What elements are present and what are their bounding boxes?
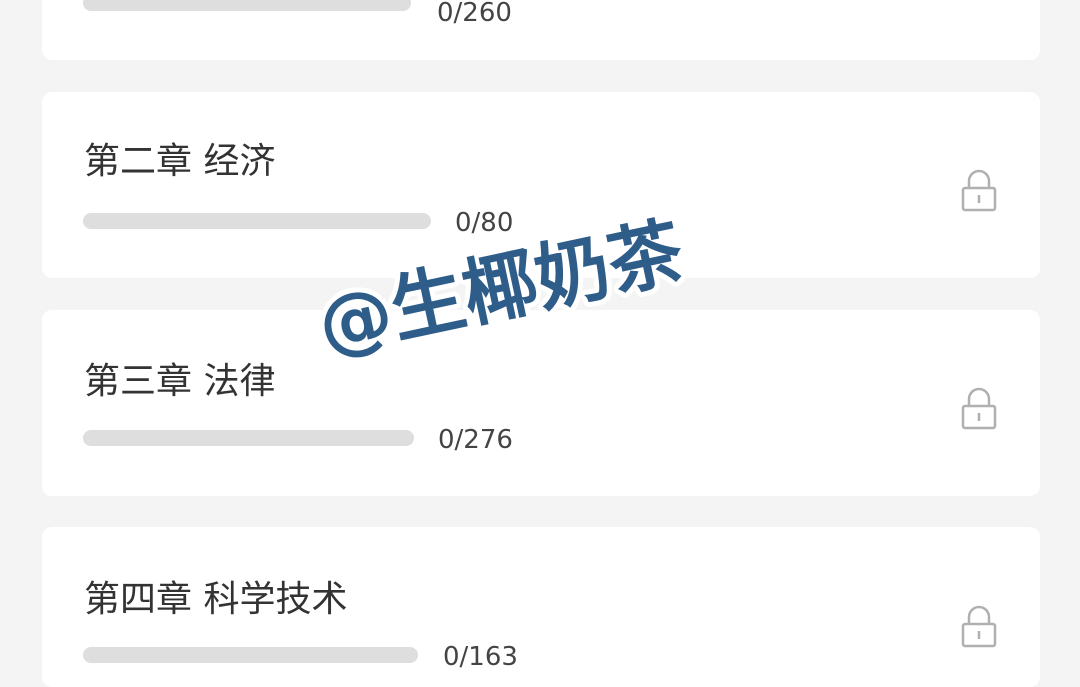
- chapter-card-2[interactable]: 第二章 经济 0/80: [42, 92, 1040, 278]
- lock-icon: [961, 169, 997, 212]
- chapter-card-4[interactable]: 第四章 科学技术 0/163: [42, 527, 1040, 687]
- chapter-count: 0/260: [437, 0, 512, 28]
- chapter-count: 0/80: [455, 208, 514, 238]
- chapter-card-1[interactable]: 0/260: [42, 0, 1040, 60]
- chapter-progress-bar: [83, 430, 414, 446]
- chapter-card-3[interactable]: 第三章 法律 0/276: [42, 310, 1040, 496]
- lock-icon: [961, 387, 997, 430]
- chapter-title: 第四章 科学技术: [84, 579, 348, 620]
- chapter-progress-bar: [83, 0, 411, 11]
- chapter-title: 第二章 经济: [84, 141, 276, 182]
- lock-icon: [961, 605, 997, 648]
- chapter-progress-bar: [83, 647, 418, 663]
- chapter-count: 0/163: [443, 642, 518, 672]
- chapter-count: 0/276: [438, 425, 513, 455]
- chapter-title: 第三章 法律: [84, 361, 276, 402]
- chapter-progress-bar: [83, 213, 431, 229]
